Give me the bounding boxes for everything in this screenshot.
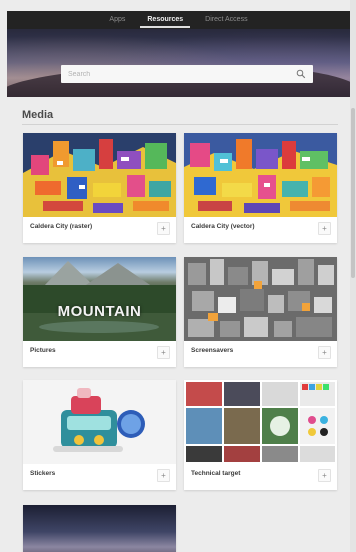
screensavers-thumbnail[interactable] [184, 257, 337, 341]
add-button[interactable]: + [157, 222, 170, 235]
card-pictures[interactable]: MOUNTAIN Pictures + [23, 257, 176, 367]
mountain-overlay-text: MOUNTAIN [57, 303, 142, 320]
partial-card-thumbnail[interactable] [23, 505, 176, 552]
card-caldera-vector[interactable]: Caldera City (vector) + [184, 133, 337, 243]
tab-resources[interactable]: Resources [136, 11, 194, 29]
stickers-thumbnail[interactable] [23, 380, 176, 464]
card-label: Stickers [30, 470, 56, 477]
technical-target-thumbnail[interactable] [184, 380, 337, 464]
scrollbar[interactable] [350, 0, 356, 552]
card-label: Screensavers [191, 347, 234, 354]
search-bar[interactable] [61, 65, 313, 83]
card-stickers[interactable]: Stickers + [23, 380, 176, 490]
search-icon[interactable] [296, 69, 306, 79]
section-divider [22, 124, 338, 125]
add-button[interactable]: + [157, 469, 170, 482]
add-button[interactable]: + [318, 222, 331, 235]
card-screensavers[interactable]: Screensavers + [184, 257, 337, 367]
pictures-thumbnail[interactable]: MOUNTAIN [23, 257, 176, 341]
tab-bar: Apps Resources Direct Access [7, 11, 350, 29]
caldera-raster-thumbnail[interactable] [23, 133, 176, 217]
card-label: Pictures [30, 347, 56, 354]
card-label: Caldera City (vector) [191, 223, 255, 230]
tab-direct-access[interactable]: Direct Access [194, 11, 258, 29]
search-input[interactable] [68, 70, 296, 78]
add-button[interactable]: + [318, 469, 331, 482]
scrollbar-thumb[interactable] [351, 108, 355, 278]
caldera-vector-thumbnail[interactable] [184, 133, 337, 217]
tab-apps[interactable]: Apps [98, 11, 136, 29]
card-caldera-raster[interactable]: Caldera City (raster) + [23, 133, 176, 243]
card-partial[interactable] [23, 505, 176, 552]
card-technical-target[interactable]: Technical target + [184, 380, 337, 490]
card-label: Caldera City (raster) [30, 223, 93, 230]
add-button[interactable]: + [157, 346, 170, 359]
add-button[interactable]: + [318, 346, 331, 359]
hero-banner: Apps Resources Direct Access [7, 11, 350, 97]
card-label: Technical target [191, 470, 241, 477]
section-title: Media [22, 109, 54, 121]
